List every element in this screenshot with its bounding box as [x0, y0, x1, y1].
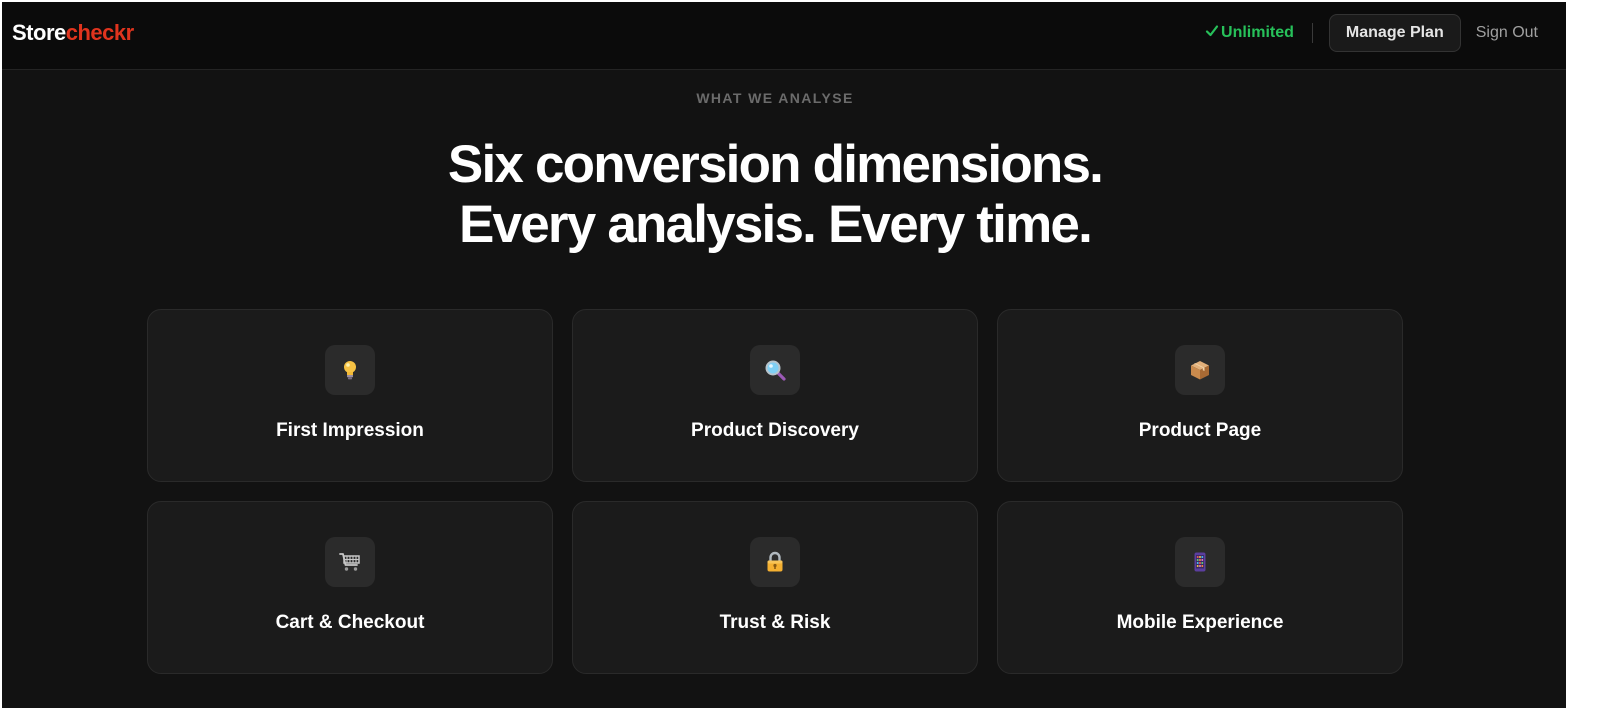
dimension-card-product-discovery: Product Discovery — [572, 309, 978, 482]
dimension-card-title: First Impression — [276, 420, 424, 441]
brand-logo-part2: checkr — [65, 20, 134, 45]
headline-line-1: Six conversion dimensions. — [447, 135, 1104, 194]
lightbulb-icon — [325, 345, 375, 395]
lock-icon — [750, 537, 800, 587]
top-nav: Storecheckr Unlimited Manage Plan Sign O… — [2, 2, 1566, 70]
headline-line-2: Every analysis. Every time. — [458, 195, 1093, 254]
check-icon — [1205, 24, 1219, 43]
scrollbar[interactable] — [1548, 70, 1566, 708]
plan-status: Unlimited — [1205, 24, 1294, 43]
dimensions-grid: First Impression Product Discovery Produ… — [147, 309, 1403, 674]
dimension-card-title: Product Discovery — [691, 420, 859, 441]
dimension-card-mobile-experience: Mobile Experience — [997, 501, 1403, 674]
nav-actions: Unlimited Manage Plan Sign Out — [1205, 13, 1538, 53]
mobile-phone-icon — [1175, 537, 1225, 587]
dimension-card-first-impression: First Impression — [147, 309, 553, 482]
section-eyebrow: WHAT WE ANALYSE — [696, 90, 854, 106]
dimension-card-title: Cart & Checkout — [275, 612, 425, 633]
dimension-card-trust-risk: Trust & Risk — [572, 501, 978, 674]
shopping-cart-icon — [325, 537, 375, 587]
section-headline: Six conversion dimensions. Every analysi… — [2, 135, 1548, 255]
nav-divider — [1311, 23, 1313, 43]
dimension-card-cart-checkout: Cart & Checkout — [147, 501, 553, 674]
dimension-card-title: Trust & Risk — [719, 612, 831, 633]
dimension-card-title: Product Page — [1138, 420, 1262, 441]
dimension-card-title: Mobile Experience — [1116, 612, 1284, 633]
brand-logo[interactable]: Storecheckr — [12, 20, 134, 46]
brand-logo-part1: Store — [12, 20, 66, 45]
sign-out-link[interactable]: Sign Out — [1476, 24, 1538, 42]
magnifying-glass-icon — [750, 345, 800, 395]
manage-plan-button[interactable]: Manage Plan — [1328, 14, 1461, 52]
page-frame: Storecheckr Unlimited Manage Plan Sign O… — [2, 2, 1566, 708]
dimension-card-product-page: Product Page — [997, 309, 1403, 482]
package-icon — [1175, 345, 1225, 395]
plan-status-label: Unlimited — [1221, 24, 1294, 41]
